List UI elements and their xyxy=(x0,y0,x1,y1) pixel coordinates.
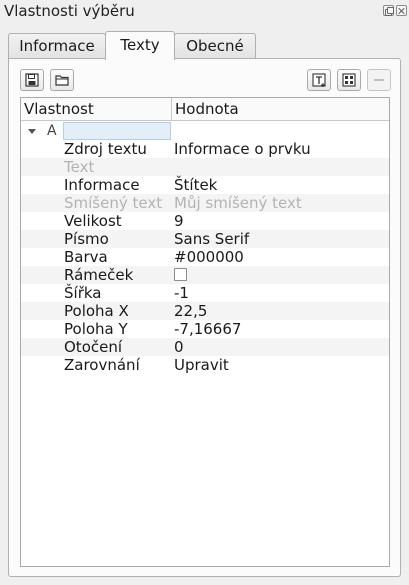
close-icon[interactable] xyxy=(396,5,407,16)
tab-informace[interactable]: Informace xyxy=(8,33,106,59)
remove-button[interactable] xyxy=(367,69,391,91)
float-window-icon[interactable] xyxy=(383,5,394,16)
save-button[interactable] xyxy=(20,69,44,91)
add-text-button[interactable] xyxy=(307,69,331,91)
checkbox-icon[interactable] xyxy=(174,268,187,281)
property-row[interactable]: Zarovnání Upravit xyxy=(21,356,389,374)
header-property[interactable]: Vlastnost xyxy=(21,98,172,120)
property-value[interactable]: Upravit xyxy=(174,356,229,374)
property-name: Otočení xyxy=(64,338,123,356)
property-name: Text xyxy=(64,158,95,176)
tree-root-row[interactable]: A xyxy=(21,122,389,140)
titlebar: Vlastnosti výběru xyxy=(0,0,409,24)
property-value[interactable]: Můj smíšený text xyxy=(174,194,302,212)
property-value[interactable]: -1 xyxy=(174,284,189,302)
property-row[interactable]: Písmo Sans Serif xyxy=(21,230,389,248)
property-name: Rámeček xyxy=(64,266,134,284)
property-row[interactable]: Velikost 9 xyxy=(21,212,389,230)
property-row[interactable]: Smíšený text Můj smíšený text xyxy=(21,194,389,212)
minus-icon xyxy=(374,79,384,81)
property-name: Poloha X xyxy=(64,302,129,320)
root-label: A xyxy=(47,123,57,139)
frame-checkbox[interactable] xyxy=(174,266,187,284)
property-tree[interactable]: Vlastnost Hodnota A Zdroj textu Informace… xyxy=(20,97,390,567)
property-row[interactable]: Šířka -1 xyxy=(21,284,389,302)
property-name: Zdroj textu xyxy=(64,140,147,158)
save-icon xyxy=(25,73,39,87)
property-name: Písmo xyxy=(64,230,109,248)
property-name: Velikost xyxy=(64,212,122,230)
grid-icon xyxy=(342,73,356,87)
property-row[interactable]: Rámeček xyxy=(21,266,389,284)
property-name: Zarovnání xyxy=(64,356,140,374)
open-folder-icon xyxy=(55,75,69,86)
collapse-arrow-icon[interactable] xyxy=(28,129,36,134)
window-title: Vlastnosti výběru xyxy=(4,2,135,20)
property-value[interactable]: #000000 xyxy=(174,248,244,266)
property-name: Smíšený text xyxy=(64,194,163,212)
property-value[interactable]: 9 xyxy=(174,212,184,230)
tab-obecne[interactable]: Obecné xyxy=(174,33,256,59)
property-name: Barva xyxy=(64,248,108,266)
tree-header: Vlastnost Hodnota xyxy=(21,98,389,121)
property-row[interactable]: Poloha X 22,5 xyxy=(21,302,389,320)
tab-panel: Vlastnost Hodnota A Zdroj textu Informace… xyxy=(8,58,401,577)
property-name: Informace xyxy=(64,176,140,194)
property-value[interactable]: 22,5 xyxy=(174,302,207,320)
property-row[interactable]: Informace Štítek xyxy=(21,176,389,194)
property-row[interactable]: Zdroj textu Informace o prvku xyxy=(21,140,389,158)
property-value[interactable]: Štítek xyxy=(174,176,217,194)
property-row[interactable]: Otočení 0 xyxy=(21,338,389,356)
property-row[interactable]: Text xyxy=(21,158,389,176)
property-value[interactable]: Informace o prvku xyxy=(174,140,311,158)
property-row[interactable]: Barva #000000 xyxy=(21,248,389,266)
property-name: Poloha Y xyxy=(64,320,128,338)
root-value-field[interactable] xyxy=(63,122,171,140)
grid-button[interactable] xyxy=(337,69,361,91)
text-field-icon xyxy=(312,73,326,87)
header-value[interactable]: Hodnota xyxy=(172,98,389,120)
property-value[interactable]: Sans Serif xyxy=(174,230,249,248)
property-row[interactable]: Poloha Y -7,16667 xyxy=(21,320,389,338)
property-value[interactable]: -7,16667 xyxy=(174,320,241,338)
tab-texty[interactable]: Texty xyxy=(105,31,175,60)
property-name: Šířka xyxy=(64,284,102,302)
open-button[interactable] xyxy=(50,69,74,91)
property-value[interactable]: 0 xyxy=(174,338,184,356)
